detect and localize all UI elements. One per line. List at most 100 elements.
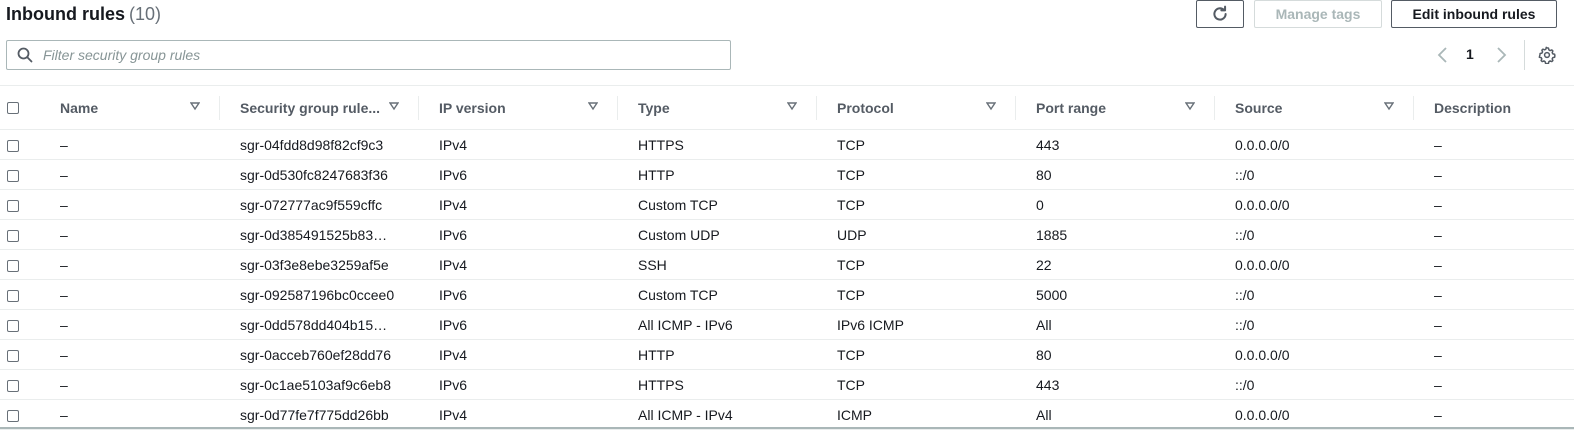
cell-name: – xyxy=(60,166,68,183)
cell-protocol: TCP xyxy=(837,166,865,183)
cell-port-range: 443 xyxy=(1036,376,1060,393)
cell-ip-version: IPv6 xyxy=(439,286,468,303)
table-row[interactable]: – sgr-04fdd8d98f82cf9c3 IPv4 HTTPS TCP 443 0.0… xyxy=(0,130,1574,160)
current-page-number[interactable]: 1 xyxy=(1466,46,1474,62)
sort-icon xyxy=(787,102,797,111)
cell-description: – xyxy=(1434,196,1442,213)
cell-security-group-rule-id: sgr-0c1ae5103af9c6eb8 xyxy=(240,376,392,393)
cell-source: ::/0 xyxy=(1235,376,1255,393)
cell-port-range: 22 xyxy=(1036,256,1052,273)
chevron-right-icon xyxy=(1497,47,1507,63)
cell-source: 0.0.0.0/0 xyxy=(1235,136,1290,153)
row-checkbox[interactable] xyxy=(7,229,19,242)
cell-source: 0.0.0.0/0 xyxy=(1235,196,1290,213)
column-header-name[interactable]: Name xyxy=(40,86,220,130)
row-select-cell xyxy=(0,280,40,310)
cell-name: – xyxy=(60,136,68,153)
cell-protocol: TCP xyxy=(837,196,865,213)
row-checkbox[interactable] xyxy=(7,349,19,362)
cell-source: ::/0 xyxy=(1235,166,1255,183)
row-checkbox[interactable] xyxy=(7,139,19,152)
edit-inbound-rules-button[interactable]: Edit inbound rules xyxy=(1391,0,1557,28)
table-settings-button[interactable] xyxy=(1538,42,1556,68)
inbound-rules-header: Inbound rules (10) xyxy=(6,3,161,25)
row-select-cell xyxy=(0,310,40,340)
column-header-description[interactable]: Description xyxy=(1414,86,1574,130)
cell-description: – xyxy=(1434,136,1442,153)
sort-icon xyxy=(588,102,598,111)
refresh-button[interactable] xyxy=(1196,0,1244,28)
table-row[interactable]: – sgr-0c1ae5103af9c6eb8 IPv6 HTTPS TCP 443::/… xyxy=(0,370,1574,400)
cell-description: – xyxy=(1434,256,1442,273)
cell-security-group-rule-id: sgr-0acceb760ef28dd76 xyxy=(240,346,392,363)
cell-ip-version: IPv4 xyxy=(439,406,468,423)
pager-divider xyxy=(1524,40,1525,70)
row-select-cell xyxy=(0,250,40,280)
cell-name: – xyxy=(60,316,68,333)
cell-protocol: TCP xyxy=(837,286,865,303)
cell-protocol: TCP xyxy=(837,136,865,153)
table-row[interactable]: – sgr-03f3e8ebe3259af5e IPv4 SSH TCP 22 0.0.0.… xyxy=(0,250,1574,280)
table-row[interactable]: – sgr-0acceb760ef28dd76 IPv4 HTTP TCP 80 0.0.0… xyxy=(0,340,1574,370)
manage-tags-button[interactable]: Manage tags xyxy=(1254,0,1382,28)
refresh-icon xyxy=(1213,5,1227,21)
next-page-button[interactable] xyxy=(1494,42,1508,68)
inbound-rules-table: Name Security group rule... IP version T… xyxy=(0,85,1574,430)
table-row[interactable]: – sgr-072777ac9f559cffc IPv4 Custom TCP TCP 0… xyxy=(0,190,1574,220)
cell-name: – xyxy=(60,346,68,363)
table-row[interactable]: – sgr-0d77fe7f775dd26bb IPv4 All ICMP - IPv… xyxy=(0,400,1574,430)
cell-description: – xyxy=(1434,376,1442,393)
row-checkbox[interactable] xyxy=(7,169,19,182)
table-row[interactable]: – sgr-0dd578dd404b15… IPv6 All ICMP - IPv6 I… xyxy=(0,310,1574,340)
cell-description: – xyxy=(1434,316,1442,333)
cell-name: – xyxy=(60,376,68,393)
cell-protocol: TCP xyxy=(837,256,865,273)
select-all-checkbox[interactable] xyxy=(7,101,19,114)
cell-name: – xyxy=(60,286,68,303)
cell-type: HTTPS xyxy=(638,136,684,153)
cell-ip-version: IPv4 xyxy=(439,136,468,153)
filter-input[interactable] xyxy=(41,46,705,64)
row-checkbox[interactable] xyxy=(7,409,19,422)
column-header-source[interactable]: Source xyxy=(1215,86,1414,130)
row-select-cell xyxy=(0,370,40,400)
table-header-row: Name Security group rule... IP version T… xyxy=(0,85,1574,130)
cell-port-range: 0 xyxy=(1036,196,1044,213)
column-header-type[interactable]: Type xyxy=(618,86,817,130)
cell-type: Custom TCP xyxy=(638,196,718,213)
gear-icon xyxy=(1538,46,1556,64)
cell-ip-version: IPv6 xyxy=(439,166,468,183)
previous-page-button[interactable] xyxy=(1436,42,1450,68)
table-body: – sgr-04fdd8d98f82cf9c3 IPv4 HTTPS TCP 443 0.0… xyxy=(0,130,1574,430)
cell-security-group-rule-id: sgr-072777ac9f559cffc xyxy=(240,196,383,213)
cell-security-group-rule-id: sgr-0dd578dd404b15… xyxy=(240,316,388,333)
row-checkbox[interactable] xyxy=(7,289,19,302)
cell-type: HTTP xyxy=(638,346,675,363)
cell-source: 0.0.0.0/0 xyxy=(1235,346,1290,363)
cell-description: – xyxy=(1434,406,1442,423)
cell-source: ::/0 xyxy=(1235,286,1255,303)
cell-description: – xyxy=(1434,286,1442,303)
row-checkbox[interactable] xyxy=(7,199,19,212)
filter-box xyxy=(6,40,731,70)
row-checkbox[interactable] xyxy=(7,259,19,272)
cell-description: – xyxy=(1434,166,1442,183)
column-header-security-group-rule-id[interactable]: Security group rule... xyxy=(220,86,419,130)
row-select-cell xyxy=(0,190,40,220)
cell-port-range: All xyxy=(1036,406,1052,423)
cell-type: HTTP xyxy=(638,166,675,183)
row-checkbox[interactable] xyxy=(7,379,19,392)
table-row[interactable]: – sgr-0d530fc8247683f36 IPv6 HTTP TCP 80::/0 – xyxy=(0,160,1574,190)
column-header-ip-version[interactable]: IP version xyxy=(419,86,618,130)
cell-protocol: ICMP xyxy=(837,406,872,423)
column-header-port-range[interactable]: Port range xyxy=(1016,86,1215,130)
table-row[interactable]: – sgr-092587196bc0ccee0 IPv6 Custom TCP TCP 5… xyxy=(0,280,1574,310)
cell-port-range: 5000 xyxy=(1036,286,1068,303)
cell-ip-version: IPv6 xyxy=(439,316,468,333)
row-checkbox[interactable] xyxy=(7,319,19,332)
table-row[interactable]: – sgr-0d385491525b83… IPv6 Custom UDP UDP 188… xyxy=(0,220,1574,250)
cell-port-range: All xyxy=(1036,316,1052,333)
column-header-protocol[interactable]: Protocol xyxy=(817,86,1016,130)
cell-security-group-rule-id: sgr-092587196bc0ccee0 xyxy=(240,286,395,303)
cell-security-group-rule-id: sgr-03f3e8ebe3259af5e xyxy=(240,256,389,273)
